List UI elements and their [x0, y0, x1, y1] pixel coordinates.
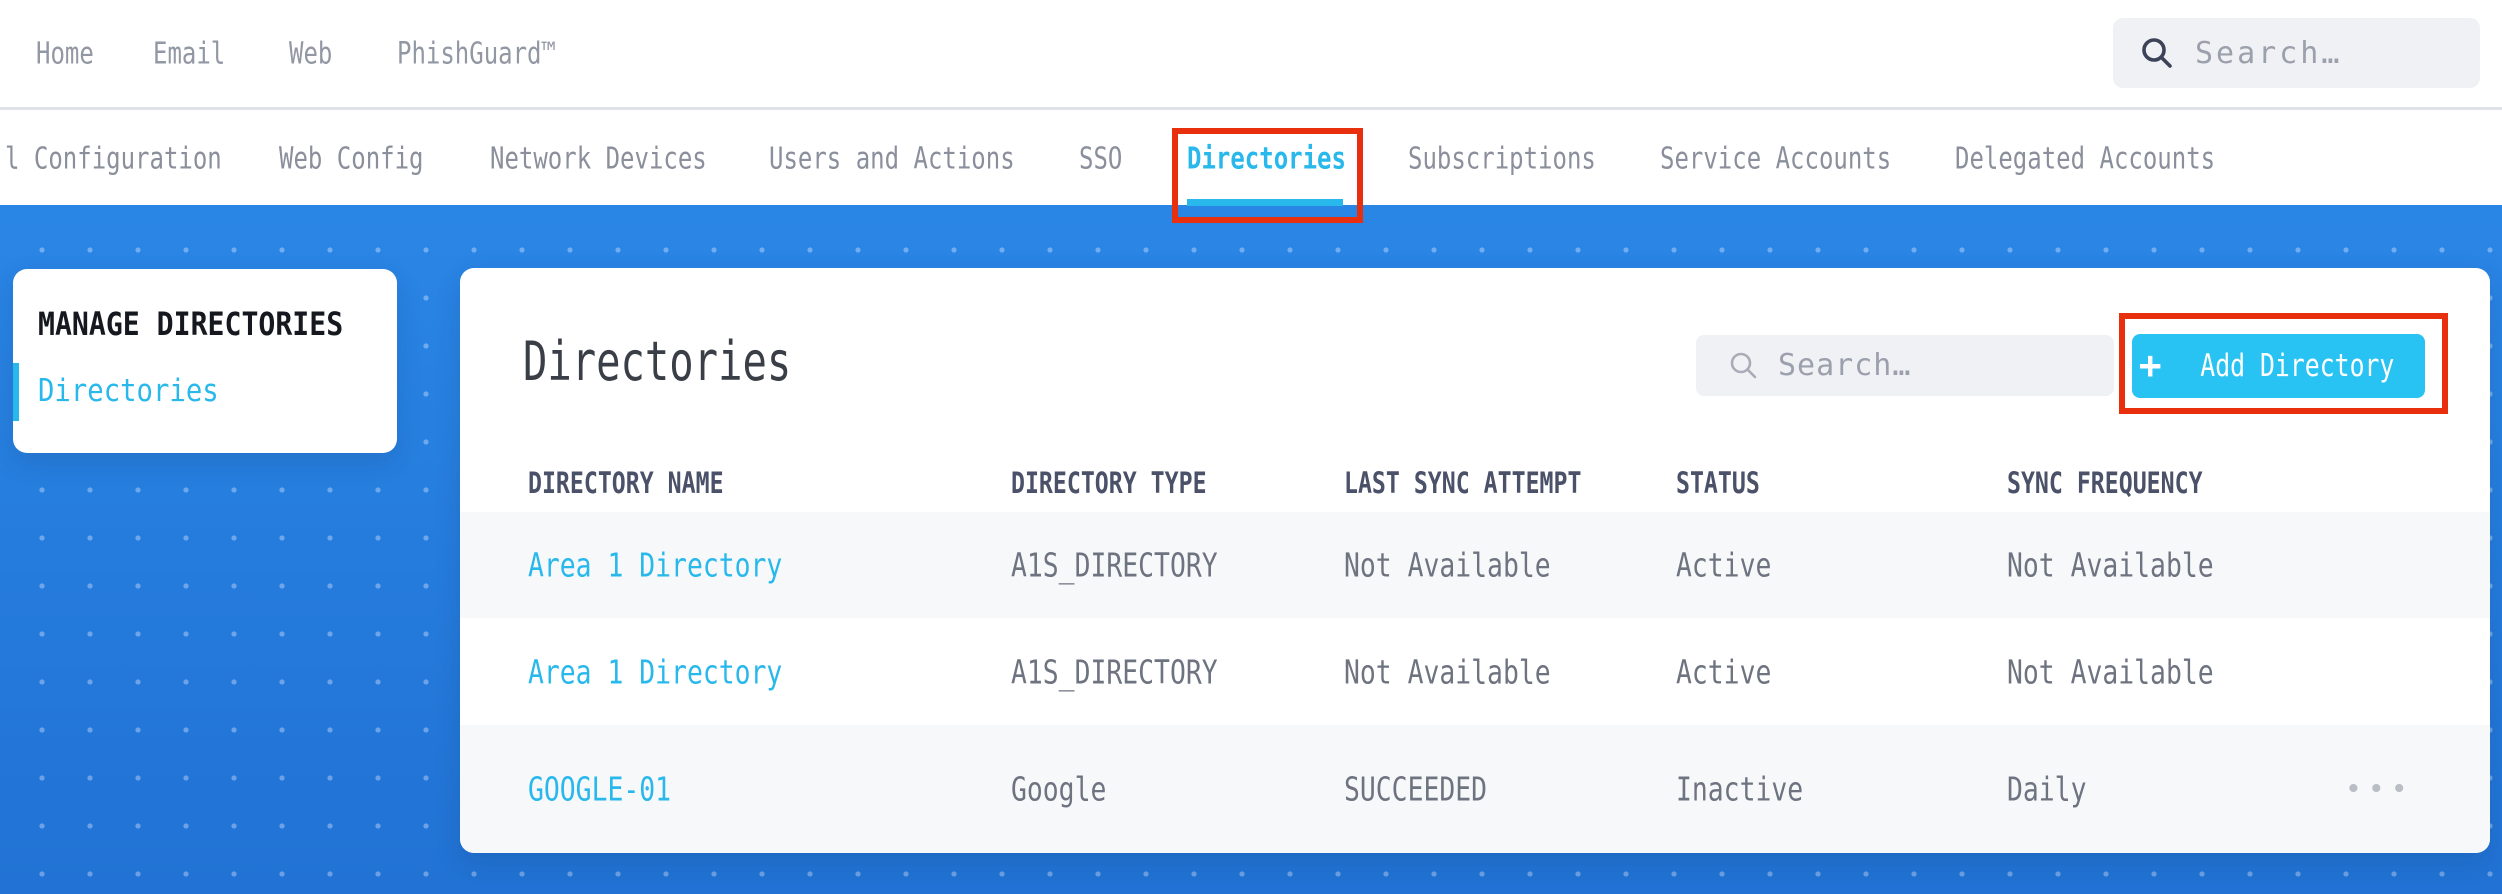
- directory-name-link[interactable]: GOOGLE-01: [528, 770, 707, 809]
- last-sync-cell: Not Available: [1344, 545, 1551, 585]
- last-sync-cell: Not Available: [1344, 652, 1551, 691]
- directory-type-cell: Google: [1011, 769, 1107, 809]
- sync-frequency-cell: Not Available: [2007, 652, 2214, 691]
- add-directory-label: Add Directory: [2199, 348, 2395, 384]
- column-directory-type: DIRECTORY TYPE: [1011, 466, 1207, 500]
- sidebar-item-directories[interactable]: Directories: [38, 373, 243, 409]
- directory-name-link[interactable]: Area 1 Directory: [528, 546, 846, 585]
- column-last-sync-attempt: LAST SYNC ATTEMPT: [1344, 466, 1582, 500]
- column-directory-name: DIRECTORY NAME: [528, 466, 724, 500]
- add-directory-button[interactable]: + Add Directory: [2132, 334, 2425, 398]
- directories-search-input[interactable]: [1778, 348, 2078, 383]
- column-sync-frequency: SYNC FREQUENCY: [2007, 466, 2203, 500]
- search-icon: [2142, 38, 2172, 68]
- directories-search: [1696, 335, 2114, 396]
- settings-tab-bar: l Configuration Web Config Network Devic…: [0, 113, 2502, 205]
- tab-sso[interactable]: SSO: [1079, 142, 1133, 177]
- sync-frequency-cell: Daily: [2007, 769, 2087, 809]
- sidebar-title: MANAGE DIRECTORIES: [38, 305, 344, 343]
- directory-name-link[interactable]: Area 1 Directory: [528, 652, 846, 691]
- table-row: GOOGLE-01 Google SUCCEEDED Inactive Dail…: [460, 725, 2490, 853]
- tab-subscriptions[interactable]: Subscriptions: [1408, 142, 1643, 177]
- plus-icon: +: [2138, 342, 2162, 387]
- last-sync-cell: SUCCEEDED: [1344, 769, 1488, 809]
- table-row: Area 1 Directory A1S_DIRECTORY Not Avail…: [460, 512, 2490, 618]
- topnav-item-web[interactable]: Web: [289, 36, 343, 71]
- tab-directories[interactable]: Directories: [1187, 142, 1386, 177]
- row-menu-ellipsis-icon[interactable]: •••: [2345, 773, 2414, 806]
- content-background: MANAGE DIRECTORIES Directories Directori…: [0, 205, 2502, 894]
- topnav-item-email[interactable]: Email: [153, 36, 243, 71]
- column-status: STATUS: [1676, 466, 1760, 500]
- global-search: [2113, 18, 2480, 88]
- directories-card: Directories + Add Directory DIRECTORY NA…: [460, 268, 2490, 853]
- active-item-accent-bar: [13, 363, 19, 421]
- sync-frequency-cell: Not Available: [2007, 545, 2214, 585]
- tab-service-accounts[interactable]: Service Accounts: [1660, 142, 1949, 177]
- global-search-input[interactable]: [2195, 35, 2455, 71]
- status-cell: Active: [1676, 652, 1772, 691]
- active-tab-underline: [1187, 199, 1343, 206]
- table-body: Area 1 Directory A1S_DIRECTORY Not Avail…: [460, 512, 2490, 853]
- search-icon: [1730, 352, 1757, 378]
- table-header-row: DIRECTORY NAME DIRECTORY TYPE LAST SYNC …: [460, 466, 2490, 500]
- app-window: Home Email Web PhishGuard™ l Configurati…: [0, 0, 2502, 894]
- topnav-item-phishguard[interactable]: PhishGuard™: [397, 36, 596, 71]
- table-row: Area 1 Directory A1S_DIRECTORY Not Avail…: [460, 618, 2490, 725]
- status-cell: Active: [1676, 545, 1772, 585]
- topnav-item-home[interactable]: Home: [36, 36, 108, 71]
- directory-type-cell: A1S_DIRECTORY: [1011, 652, 1218, 691]
- tab-delegated-accounts[interactable]: Delegated Accounts: [1955, 142, 2280, 177]
- top-header: Home Email Web PhishGuard™: [0, 0, 2502, 110]
- tab-network-devices[interactable]: Network Devices: [490, 142, 761, 177]
- page-title: Directories: [523, 330, 792, 393]
- tab-configuration[interactable]: l Configuration: [5, 142, 276, 177]
- manage-directories-card: MANAGE DIRECTORIES Directories: [13, 269, 397, 453]
- status-cell: Inactive: [1676, 769, 1804, 809]
- directory-type-cell: A1S_DIRECTORY: [1011, 545, 1218, 585]
- tab-users-and-actions[interactable]: Users and Actions: [769, 142, 1076, 177]
- tab-web-config[interactable]: Web Config: [279, 142, 460, 177]
